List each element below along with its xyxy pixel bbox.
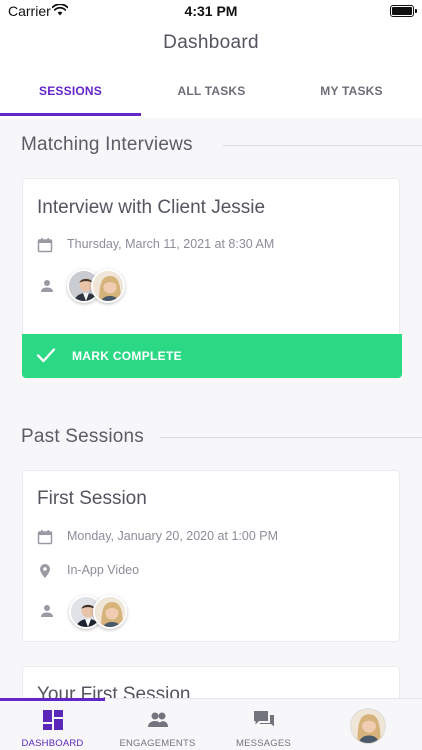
session-title: Interview with Client Jessie <box>37 197 266 218</box>
person-icon <box>41 280 53 292</box>
bottom-tab-label: MESSAGES <box>236 738 291 749</box>
bottom-tab-messages[interactable]: MESSAGES <box>211 699 316 750</box>
tab-sessions[interactable]: SESSIONS <box>0 68 141 116</box>
bottom-tab-label: ENGAGEMENTS <box>119 738 196 749</box>
tab-bar: SESSIONS ALL TASKS MY TASKS <box>0 68 422 118</box>
section-title-matching: Matching Interviews <box>21 134 193 155</box>
session-datetime: Monday, January 20, 2020 at 1:00 PM <box>67 529 279 543</box>
section-divider <box>223 145 422 146</box>
status-bar: Carrier 4:31 PM <box>0 0 422 24</box>
nav-bar: Dashboard <box>0 24 422 68</box>
dashboard-icon <box>43 710 63 730</box>
mark-complete-label: MARK COMPLETE <box>72 349 182 363</box>
avatar <box>93 595 127 629</box>
participants <box>67 269 147 303</box>
avatar <box>91 269 125 303</box>
session-card[interactable]: First Session Monday, January 20, 2020 a… <box>22 470 400 642</box>
bottom-tab-bar: DASHBOARD ENGAGEMENTS MESSAGES <box>0 698 422 750</box>
people-icon <box>148 712 168 727</box>
section-divider <box>160 437 422 438</box>
bottom-tab-dashboard[interactable]: DASHBOARD <box>0 699 105 750</box>
calendar-icon <box>37 530 53 545</box>
session-card[interactable]: Interview with Client Jessie Thursday, M… <box>22 178 402 378</box>
location-pin-icon <box>40 564 50 578</box>
active-tab-indicator <box>0 113 141 116</box>
checkmark-icon <box>36 348 56 363</box>
session-title: First Session <box>37 488 147 509</box>
profile-avatar[interactable] <box>350 708 386 744</box>
session-datetime: Thursday, March 11, 2021 at 8:30 AM <box>67 237 275 251</box>
clock: 4:31 PM <box>184 3 238 19</box>
calendar-icon <box>37 238 53 253</box>
mark-complete-button[interactable]: MARK COMPLETE <box>22 334 402 378</box>
bottom-tab-engagements[interactable]: ENGAGEMENTS <box>105 699 210 750</box>
session-title: Your First Session <box>37 684 191 698</box>
page-title: Dashboard <box>163 32 259 53</box>
section-title-past: Past Sessions <box>21 426 144 447</box>
session-card[interactable]: Your First Session <box>22 666 400 698</box>
chat-icon <box>254 711 274 727</box>
tab-all-tasks[interactable]: ALL TASKS <box>141 68 282 116</box>
battery-icon <box>390 5 417 17</box>
sessions-list[interactable]: Matching Interviews Interview with Clien… <box>0 118 422 698</box>
bottom-tab-label: DASHBOARD <box>21 738 84 749</box>
tab-my-tasks[interactable]: MY TASKS <box>281 68 422 116</box>
person-icon <box>41 605 53 617</box>
session-location: In-App Video <box>67 563 140 577</box>
participants <box>69 595 149 629</box>
